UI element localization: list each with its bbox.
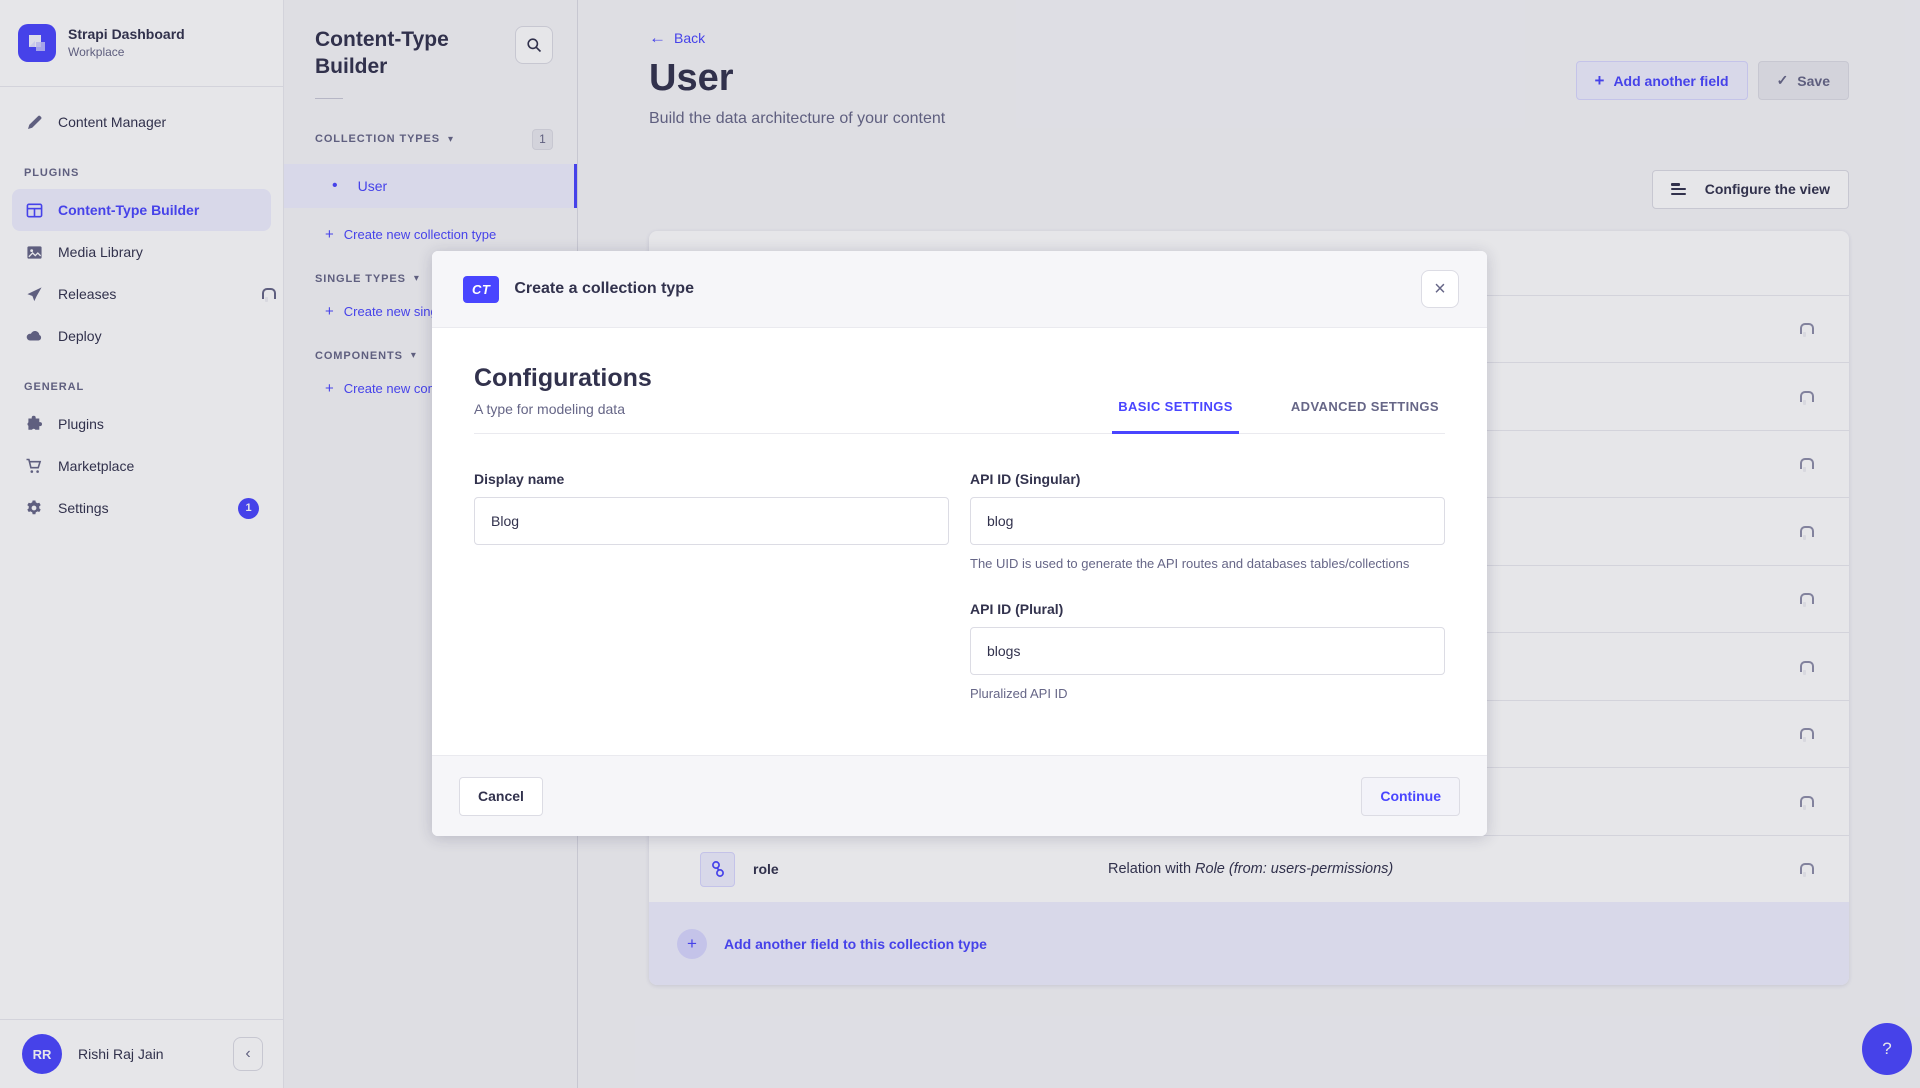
modal-footer: Cancel Continue: [432, 755, 1487, 836]
modal-header: CT Create a collection type ×: [432, 251, 1487, 328]
configurations-subheading: A type for modeling data: [474, 401, 652, 417]
close-modal-button[interactable]: ×: [1421, 270, 1459, 308]
app-root: Strapi Dashboard Workplace Content Manag…: [0, 0, 1920, 1088]
tab-advanced-settings[interactable]: ADVANCED SETTINGS: [1285, 399, 1445, 434]
tab-basic-settings[interactable]: BASIC SETTINGS: [1112, 399, 1239, 434]
display-name-label: Display name: [474, 471, 949, 487]
api-id-plural-label: API ID (Plural): [970, 601, 1445, 617]
display-name-input[interactable]: [474, 497, 949, 545]
api-id-plural-helper: Pluralized API ID: [970, 684, 1445, 704]
modal-body: Configurations A type for modeling data …: [432, 328, 1487, 704]
api-id-singular-input[interactable]: [970, 497, 1445, 545]
content-type-badge: CT: [463, 276, 499, 303]
api-id-singular-label: API ID (Singular): [970, 471, 1445, 487]
modal-title: Create a collection type: [514, 280, 694, 298]
create-collection-type-modal: CT Create a collection type × Configurat…: [432, 251, 1487, 836]
continue-button[interactable]: Continue: [1361, 777, 1460, 816]
settings-tabs: BASIC SETTINGS ADVANCED SETTINGS: [1112, 399, 1445, 433]
cancel-button[interactable]: Cancel: [459, 777, 543, 816]
close-icon: ×: [1434, 279, 1446, 299]
api-id-plural-input[interactable]: [970, 627, 1445, 675]
api-id-singular-helper: The UID is used to generate the API rout…: [970, 554, 1445, 574]
configurations-heading: Configurations: [474, 364, 652, 393]
